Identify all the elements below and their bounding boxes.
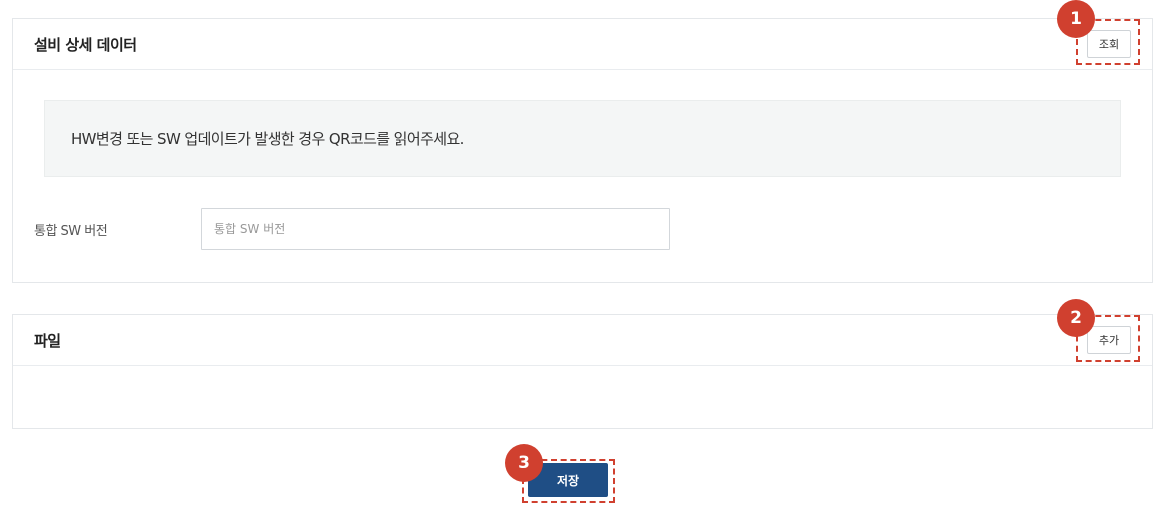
sw-version-input[interactable]: [201, 208, 670, 250]
lookup-button[interactable]: 조회: [1087, 30, 1131, 58]
equipment-detail-title: 설비 상세 데이터: [34, 36, 137, 54]
file-panel: 파일 추가: [12, 314, 1153, 429]
equipment-detail-header: 설비 상세 데이터 조회: [13, 19, 1152, 70]
step-marker-3: 3: [505, 444, 543, 482]
step-marker-1: 1: [1057, 0, 1095, 38]
file-panel-title: 파일: [34, 332, 61, 350]
file-panel-header: 파일 추가: [13, 315, 1152, 366]
qr-notice: HW변경 또는 SW 업데이트가 발생한 경우 QR코드를 읽어주세요.: [44, 100, 1121, 177]
equipment-detail-panel: 설비 상세 데이터 조회 HW변경 또는 SW 업데이트가 발생한 경우 QR코…: [12, 18, 1153, 283]
sw-version-label: 통합 SW 버전: [34, 224, 108, 239]
step-marker-2: 2: [1057, 299, 1095, 337]
add-file-button[interactable]: 추가: [1087, 326, 1131, 354]
qr-notice-text: HW변경 또는 SW 업데이트가 발생한 경우 QR코드를 읽어주세요.: [71, 130, 464, 148]
